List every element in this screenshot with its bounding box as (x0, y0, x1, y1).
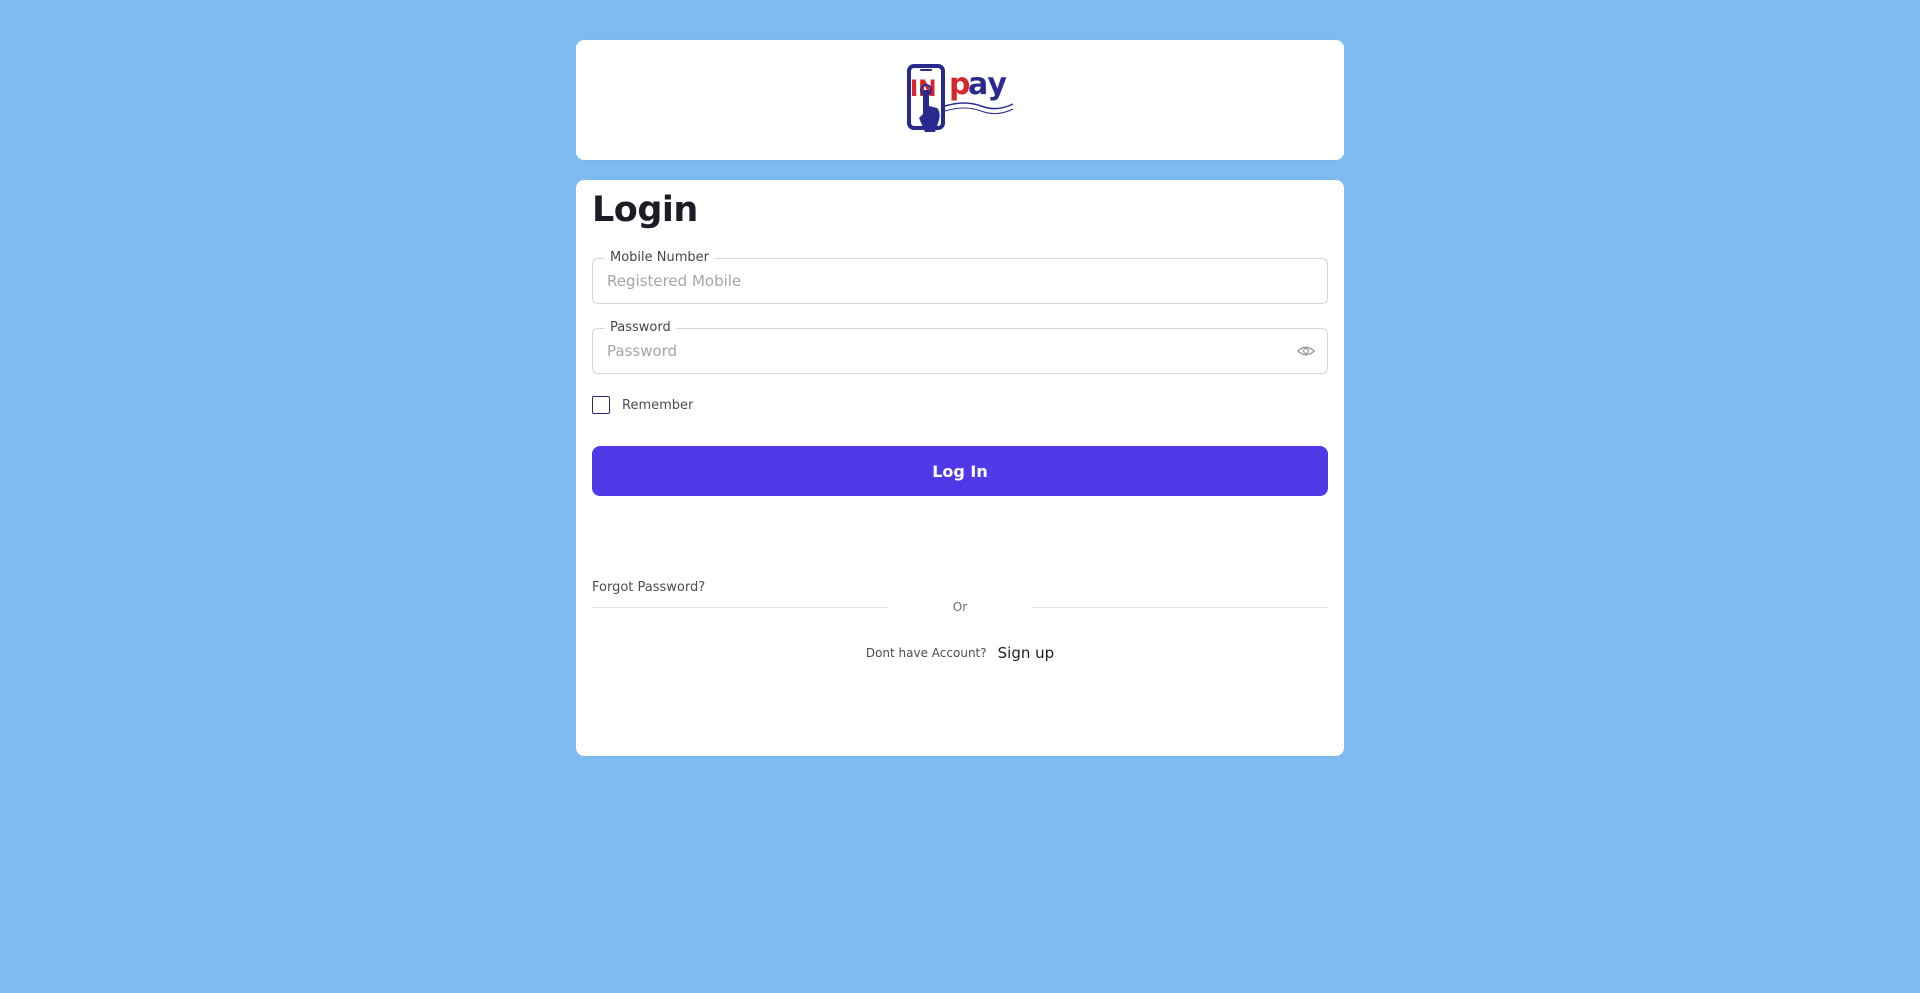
page-title: Login (592, 190, 698, 230)
mobile-number-field[interactable]: Mobile Number (592, 250, 1328, 304)
remember-option[interactable]: Remember (592, 396, 693, 414)
mobile-number-input[interactable] (607, 259, 1287, 303)
signup-link[interactable]: Sign up (998, 644, 1055, 662)
login-button[interactable]: Log In (592, 446, 1328, 496)
logo-card: IN p ay (576, 40, 1344, 160)
eye-icon[interactable] (1297, 343, 1315, 359)
page-container: IN p ay Login Mobile Number Password Rem… (576, 40, 1344, 756)
login-card: Login Mobile Number Password Remember Lo… (576, 180, 1344, 756)
or-separator: Or (952, 600, 968, 614)
password-field[interactable]: Password (592, 320, 1328, 374)
divider-right (1033, 607, 1328, 608)
password-input[interactable] (607, 329, 1287, 373)
svg-text:ay: ay (968, 67, 1007, 102)
remember-label: Remember (622, 397, 694, 413)
inpay-logo: IN p ay (907, 64, 1014, 132)
no-account-text: Dont have Account? (865, 646, 987, 660)
signup-row: Dont have Account? Sign up (576, 644, 1344, 662)
divider-left (592, 607, 887, 608)
remember-checkbox[interactable] (592, 396, 610, 414)
forgot-password-link[interactable]: Forgot Password? (592, 580, 705, 595)
